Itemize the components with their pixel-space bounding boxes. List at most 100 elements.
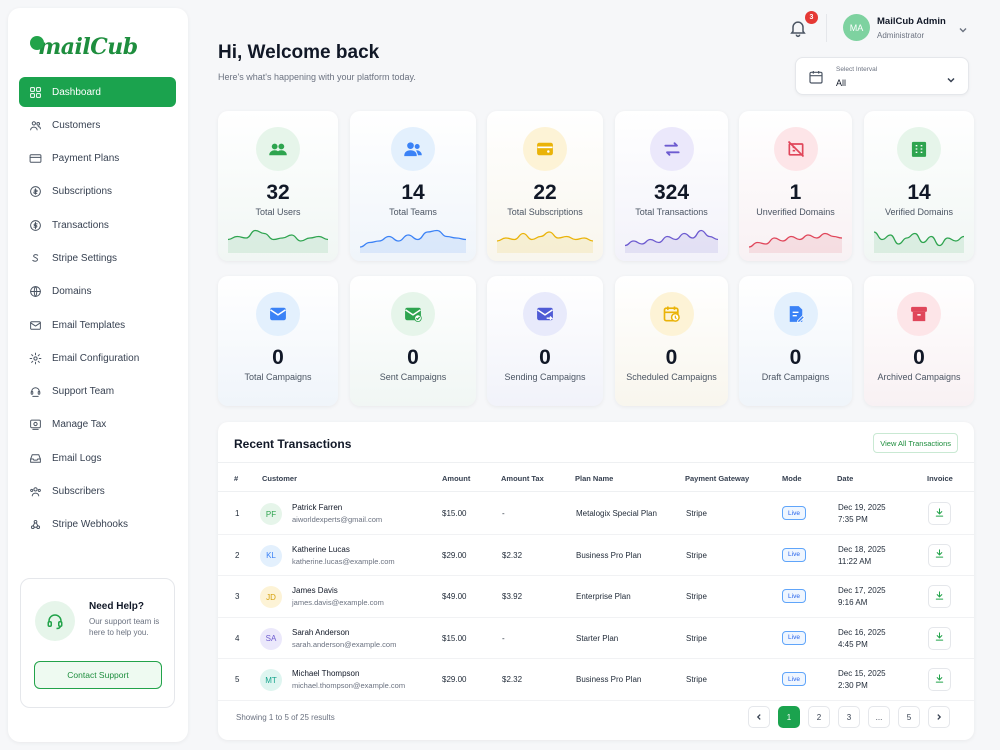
stat-card-total-transactions[interactable]: 324 Total Transactions [615,111,728,261]
stat-label: Total Subscriptions [507,207,583,217]
customer-name: Katherine Lucas [292,544,350,554]
stat-label: Scheduled Campaigns [626,372,717,382]
avatar: JD [260,586,282,609]
sparkline [359,223,467,253]
sidebar-item-label: Customers [52,119,101,131]
amount: $15.00 [442,633,467,643]
sidebar-item-label: Stripe Webhooks [52,519,128,531]
chevron-right-icon [937,714,942,720]
download-icon [934,629,945,647]
help-card: Need Help? Our support team is here to h… [20,578,175,708]
user-role: Administrator [877,31,925,40]
help-title: Need Help? [89,601,145,612]
sidebar-item-email-configuration[interactable]: Email Configuration [19,343,176,373]
time: 11:22 AM [838,556,872,566]
download-invoice-button[interactable] [928,626,951,650]
payment-gateway: Stripe [686,592,707,602]
sidebar-item-stripe-settings[interactable]: Stripe Settings [19,243,176,273]
download-icon [934,505,945,523]
pagination-next-button[interactable] [928,706,950,728]
user-avatar[interactable]: MA [843,14,870,41]
stat-card-draft-campaigns[interactable]: 0 Draft Campaigns [739,276,852,406]
table-row[interactable]: 5 MT Michael Thompson michael.thompson@exam… [218,659,974,701]
sidebar-item-support-team[interactable]: Support Team [19,377,176,407]
sidebar-item-subscribers[interactable]: Subscribers [19,477,176,507]
sidebar-item-transactions[interactable]: Transactions [19,210,176,240]
grid-icon [29,86,42,99]
stat-label: Sending Campaigns [504,372,586,382]
sidebar-item-email-logs[interactable]: Email Logs [19,443,176,473]
avatar: MT [260,669,282,692]
view-all-transactions-button[interactable]: View All Transactions [873,433,958,453]
column-header: Payment Gateway [685,474,750,483]
stat-card-sending-campaigns[interactable]: 0 Sending Campaigns [487,276,603,406]
table-row[interactable]: 2 KL Katherine Lucas katherine.lucas@exampl… [218,535,974,577]
contact-support-button[interactable]: Contact Support [34,661,162,689]
customer-email: michael.thompson@example.com [292,681,406,691]
stat-label: Unverified Domains [756,207,835,217]
bell-icon[interactable] [788,18,808,38]
mode-badge: Live [782,506,806,520]
avatar: SA [260,627,282,650]
sidebar-item-domains[interactable]: Domains [19,277,176,307]
stat-card-archived-campaigns[interactable]: 0 Archived Campaigns [864,276,974,406]
payment-gateway: Stripe [686,509,707,518]
transactions-title: Recent Transactions [234,437,352,451]
chevron-down-icon[interactable] [958,22,968,33]
pagination-page-button[interactable]: 3 [838,706,860,728]
webhook-icon [29,518,42,531]
chevron-left-icon [756,714,761,720]
column-header: Amount [442,474,471,483]
user-name[interactable]: MailCub Admin [877,16,946,27]
brand-logo[interactable]: mailCub [30,30,138,64]
sidebar-item-email-templates[interactable]: Email Templates [19,310,176,340]
table-row[interactable]: 4 SA Sarah Anderson sarah.anderson@example.… [218,618,974,660]
interval-select[interactable]: Select Interval All [795,57,969,95]
download-invoice-button[interactable] [928,668,951,692]
sidebar-item-dashboard[interactable]: Dashboard [19,77,176,107]
support-icon [29,385,42,398]
stat-card-verified-domains[interactable]: 14 Verified Domains [864,111,974,261]
column-header: Plan Name [575,474,614,483]
stat-card-total-teams[interactable]: 14 Total Teams [350,111,476,261]
download-invoice-button[interactable] [928,502,951,525]
stat-card-total-subscriptions[interactable]: 22 Total Subscriptions [487,111,603,261]
stat-card-total-campaigns[interactable]: 0 Total Campaigns [218,276,338,406]
table-row[interactable]: 1 PF Patrick Farren aiworldexperts@gmail.co… [218,493,974,535]
customer-name: Sarah Anderson [292,627,350,637]
stat-value: 0 [913,346,925,369]
tax-icon [29,418,42,431]
download-icon [934,588,945,606]
sidebar-item-label: Transactions [52,219,109,231]
stat-card-scheduled-campaigns[interactable]: 0 Scheduled Campaigns [615,276,728,406]
calendar-icon [808,69,824,90]
pagination-prev-button[interactable] [748,706,770,728]
stat-card-unverified-domains[interactable]: 1 Unverified Domains [739,111,852,261]
stat-value: 32 [266,181,290,204]
stat-label: Total Transactions [635,207,708,217]
stat-card-sent-campaigns[interactable]: 0 Sent Campaigns [350,276,476,406]
sidebar-item-customers[interactable]: Customers [19,110,176,140]
sidebar-item-payment-plans[interactable]: Payment Plans [19,144,176,174]
calendar-clock-icon [649,292,694,336]
download-invoice-button[interactable] [928,543,951,567]
subscription-icon [523,127,567,171]
pagination-page-button[interactable]: 1 [778,706,800,728]
pagination-page-button[interactable]: 5 [898,706,920,728]
download-invoice-button[interactable] [928,585,951,609]
page-title: Hi, Welcome back [218,42,380,63]
sidebar-item-stripe-webhooks[interactable]: Stripe Webhooks [19,510,176,540]
table-row[interactable]: 3 JD James Davis james.davis@example.com $49… [218,576,974,618]
stat-card-total-users[interactable]: 32 Total Users [218,111,338,261]
amount-tax: $3.92 [502,592,523,602]
sidebar-item-manage-tax[interactable]: Manage Tax [19,410,176,440]
stat-value: 0 [407,346,419,369]
unverified-icon [773,127,818,171]
sidebar-item-label: Email Logs [52,452,102,464]
column-header: # [234,474,239,483]
column-header: Customer [262,474,298,483]
customer-email: james.davis@example.com [292,598,384,608]
sidebar-item-subscriptions[interactable]: Subscriptions [19,177,176,207]
pagination-page-button[interactable]: 2 [808,706,830,728]
download-icon [934,671,945,689]
